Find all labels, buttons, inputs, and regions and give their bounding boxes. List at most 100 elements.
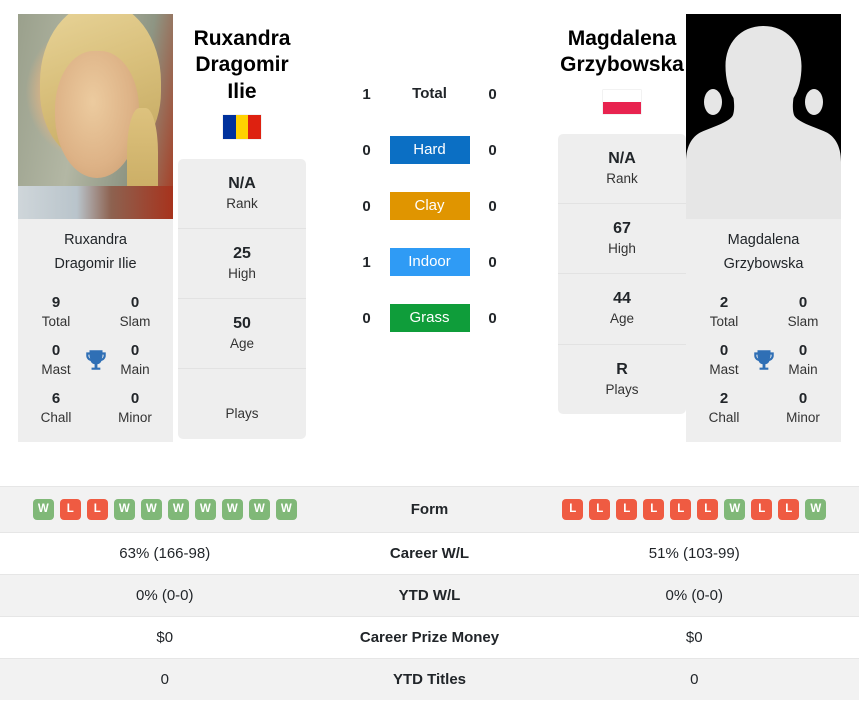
left-player-flag-wrap bbox=[178, 114, 306, 139]
right-player-info-card: N/A Rank 67 High 44 Age R Plays bbox=[558, 134, 686, 414]
name-line-2: Grzybowska bbox=[560, 53, 684, 77]
caption-line-1: Ruxandra bbox=[64, 232, 127, 248]
label: Total bbox=[709, 313, 739, 329]
left-score: 0 bbox=[362, 141, 371, 159]
surface-row-clay: 0 Clay 0 bbox=[306, 178, 553, 234]
left-career-prize-money: $0 bbox=[156, 629, 174, 646]
label: Minor bbox=[786, 410, 820, 426]
value: 2 bbox=[719, 390, 729, 408]
right-score: 0 bbox=[488, 141, 497, 159]
caption-line-2: Grzybowska bbox=[723, 255, 804, 272]
name-line-2: Dragomir Ilie bbox=[195, 53, 289, 103]
surface-row-indoor: 1 Indoor 0 bbox=[306, 234, 553, 290]
table-row-career-prize-money: $0 Career Prize Money $0 bbox=[0, 616, 859, 659]
left-score: 0 bbox=[362, 309, 371, 327]
left-ytd-wl: 0% (0-0) bbox=[135, 587, 194, 604]
left-form-cell: WLLWWWWWWW bbox=[0, 487, 330, 533]
label: High bbox=[228, 265, 256, 281]
right-info-high: 67 High bbox=[558, 204, 686, 275]
right-player-titles-card: 2 Total 0 Slam 0 Mast 0 Main 2 Chall 0 M… bbox=[686, 284, 841, 442]
right-player-name: Magdalena Grzybowska bbox=[558, 14, 686, 80]
titles-row-1: 2 Total 0 Slam bbox=[692, 287, 835, 335]
left-stat-slam: 0 Slam bbox=[109, 294, 161, 330]
value: 0 bbox=[130, 342, 140, 360]
right-info-age: 44 Age bbox=[558, 274, 686, 345]
left-player-info-card: N/A Rank 25 High 50 Age Plays bbox=[178, 158, 306, 439]
titles-row-3: 6 Chall 0 Minor bbox=[24, 383, 167, 431]
left-stat-minor: 0 Minor bbox=[109, 390, 161, 426]
left-score: 1 bbox=[362, 253, 371, 271]
titles-row-2: 0 Mast 0 Main bbox=[692, 335, 835, 383]
form-badge-loss: L bbox=[670, 499, 692, 520]
name-line-1: Ruxandra bbox=[193, 27, 291, 50]
right-stat-chall: 2 Chall bbox=[698, 390, 750, 426]
titles-row-3: 2 Chall 0 Minor bbox=[692, 383, 835, 431]
left-info-rank: N/A Rank bbox=[178, 159, 306, 229]
label: Chall bbox=[708, 410, 740, 426]
table-row-career-wl: 63% (166-98) Career W/L 51% (103-99) bbox=[0, 532, 859, 575]
poland-flag-icon bbox=[603, 90, 641, 114]
value: 0 bbox=[798, 293, 808, 311]
label: Age bbox=[229, 336, 255, 352]
right-info-plays: R Plays bbox=[558, 345, 686, 414]
right-stat-main: 0 Main bbox=[777, 342, 829, 378]
right-stat-minor: 0 Minor bbox=[777, 390, 829, 426]
form-badge-win: W bbox=[724, 499, 746, 520]
right-stat-mast: 0 Mast bbox=[698, 342, 750, 378]
value: 0 bbox=[130, 390, 140, 408]
label: Main bbox=[120, 361, 150, 377]
left-info-age: 50 Age bbox=[178, 299, 306, 370]
form-badge-loss: L bbox=[778, 499, 800, 520]
row-label-ytd-titles: YTD Titles bbox=[392, 671, 467, 688]
form-badge-loss: L bbox=[59, 499, 81, 520]
left-score: 1 bbox=[362, 85, 371, 103]
row-label-form: Form bbox=[410, 501, 449, 518]
right-ytd-wl: 0% (0-0) bbox=[665, 587, 724, 604]
left-score: 0 bbox=[362, 197, 371, 215]
form-badge-loss: L bbox=[86, 499, 108, 520]
form-badge-loss: L bbox=[751, 499, 773, 520]
form-badge-win: W bbox=[32, 499, 54, 520]
person-silhouette-icon bbox=[686, 14, 841, 219]
label: Main bbox=[788, 361, 818, 377]
right-player-info-column: Magdalena Grzybowska N/A Rank 67 High 44 bbox=[558, 14, 686, 414]
right-stat-slam: 0 Slam bbox=[777, 294, 829, 330]
right-form-badges: LLLLLLWLLW bbox=[536, 499, 854, 520]
value: N/A bbox=[228, 174, 256, 192]
label: High bbox=[608, 241, 636, 257]
form-badge-win: W bbox=[221, 499, 243, 520]
surface-badge-hard[interactable]: Hard bbox=[389, 136, 470, 164]
left-stat-mast: 0 Mast bbox=[30, 342, 82, 378]
value: N/A bbox=[608, 150, 636, 167]
right-player-photo bbox=[686, 14, 841, 219]
h2h-comparison-page: Ruxandra Dragomir Ilie 9 Total 0 Slam 0 … bbox=[0, 0, 859, 705]
right-player-photo-caption: Magdalena Grzybowska bbox=[686, 219, 841, 285]
right-score: 0 bbox=[488, 197, 497, 215]
caption-line-2: Dragomir Ilie bbox=[54, 255, 137, 272]
left-player-name: Ruxandra Dragomir Ilie bbox=[178, 14, 306, 105]
trophy-spacer bbox=[82, 297, 109, 327]
surface-label-total: Total bbox=[412, 85, 447, 102]
value: 6 bbox=[51, 390, 61, 408]
surface-badge-indoor[interactable]: Indoor bbox=[389, 248, 470, 276]
value: 67 bbox=[613, 220, 631, 238]
table-row-ytd-titles: 0 YTD Titles 0 bbox=[0, 658, 859, 700]
surface-badge-grass[interactable]: Grass bbox=[389, 304, 470, 332]
titles-row-1: 9 Total 0 Slam bbox=[24, 287, 167, 335]
head-to-head-surfaces: 1 Total 0 0 Hard 0 0 Clay 0 1 Indoor 0 0 bbox=[306, 14, 553, 346]
right-player-column: Magdalena Grzybowska 2 Total 0 Slam 0 Ma… bbox=[686, 14, 841, 442]
form-badge-win: W bbox=[194, 499, 216, 520]
surface-badge-clay[interactable]: Clay bbox=[389, 192, 470, 220]
form-badge-win: W bbox=[167, 499, 189, 520]
name-line-1: Magdalena bbox=[567, 27, 677, 50]
value: 0 bbox=[130, 293, 140, 311]
value bbox=[182, 384, 302, 405]
trophy-icon bbox=[82, 345, 109, 375]
form-badge-win: W bbox=[113, 499, 135, 520]
left-stat-main: 0 Main bbox=[109, 342, 161, 378]
right-score: 0 bbox=[488, 309, 497, 327]
left-stat-total: 9 Total bbox=[30, 294, 82, 330]
players-overview: Ruxandra Dragomir Ilie 9 Total 0 Slam 0 … bbox=[0, 0, 859, 486]
table-row-form: WLLWWWWWWW Form LLLLLLWLLW bbox=[0, 486, 859, 533]
left-stat-chall: 6 Chall bbox=[30, 390, 82, 426]
